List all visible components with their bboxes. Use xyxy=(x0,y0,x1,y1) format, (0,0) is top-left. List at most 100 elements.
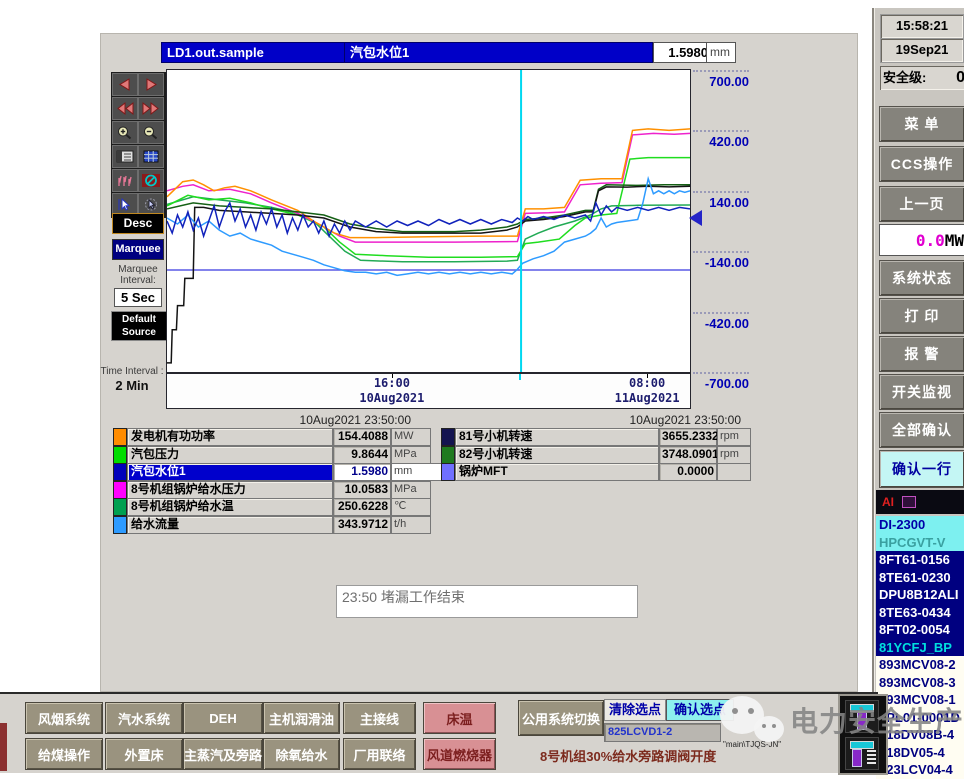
pen-style-button[interactable] xyxy=(112,169,138,192)
selected-pen-box[interactable]: 汽包水位1 xyxy=(344,42,653,63)
mini-list-icon[interactable] xyxy=(845,737,879,770)
clear-point-button[interactable]: 清除选点 xyxy=(604,699,666,721)
pen-name-cell[interactable]: 汽包水位1 xyxy=(127,463,333,481)
sidebar-button-系统状态[interactable]: 系统状态 xyxy=(879,260,964,296)
list-view-button[interactable] xyxy=(112,145,138,168)
table-view-button[interactable] xyxy=(138,145,164,168)
tag-list-item[interactable]: 818DV08B-4 xyxy=(876,726,964,744)
x-tick-date: 11Aug2021 xyxy=(614,391,680,405)
trend-source-box[interactable]: LD1.out.sample xyxy=(161,42,345,63)
bottom-button-风烟系统[interactable]: 风烟系统 xyxy=(25,702,103,734)
tag-list-item[interactable]: 818DV05-4 xyxy=(876,743,964,761)
list-view-icon xyxy=(116,150,134,163)
tag-list-item[interactable]: 823LCV04-4 xyxy=(876,761,964,779)
y-gridline xyxy=(693,311,749,314)
tag-list-item[interactable]: 8FT02-0054 xyxy=(876,621,964,639)
operator-annotation[interactable]: 23:50 堵漏工作结束 xyxy=(336,585,638,618)
tag-list-item[interactable]: 8FT61-0156 xyxy=(876,551,964,569)
page-back-icon xyxy=(117,101,134,116)
bottom-button-床温[interactable]: 床温 xyxy=(423,702,496,734)
window-path-text: "main\TJQS-JN" xyxy=(723,740,782,749)
sidebar-button-全部确认[interactable]: 全部确认 xyxy=(879,412,964,448)
pen-name-cell[interactable]: 81号小机转速 xyxy=(455,428,659,446)
y-axis-label: 700.00 xyxy=(709,74,749,89)
sidebar-button-菜 单[interactable]: 菜 单 xyxy=(879,106,964,142)
x-tick-date: 10Aug2021 xyxy=(359,391,425,405)
bottom-button-汽水系统[interactable]: 汽水系统 xyxy=(105,702,183,734)
desc-button[interactable]: Desc xyxy=(112,213,164,234)
x-tick-mark xyxy=(647,374,649,378)
y-gridline xyxy=(693,130,749,133)
trend-x-axis: 16:00 10Aug2021 08:00 11Aug2021 xyxy=(166,373,691,409)
zoom-in-button[interactable] xyxy=(112,121,138,144)
common-system-switch-button[interactable]: 公用系统切换 xyxy=(518,700,604,736)
confirm-line-button[interactable]: 确认一行 xyxy=(879,450,964,488)
tag-list-item[interactable]: 8PL01-0001D xyxy=(876,708,964,726)
tag-list-item[interactable]: 8TE61-0230 xyxy=(876,568,964,586)
selected-tag-field[interactable]: 825LCVD1-2 xyxy=(604,723,721,742)
step-back-icon xyxy=(119,78,130,91)
step-forward-button[interactable] xyxy=(138,73,164,96)
pen-name-cell[interactable]: 给水流量 xyxy=(127,515,333,534)
pen-name-cell[interactable]: 8号机组锅炉给水压力 xyxy=(127,480,333,499)
page-back-button[interactable] xyxy=(112,97,138,120)
sidebar-button-报 警[interactable]: 报 警 xyxy=(879,336,964,372)
y-gridline xyxy=(693,372,749,374)
sidebar-button-打 印[interactable]: 打 印 xyxy=(879,298,964,334)
bottom-button-厂用联络[interactable]: 厂用联络 xyxy=(343,738,416,770)
pen-value-marker-icon[interactable] xyxy=(689,210,702,227)
tag-list-item[interactable]: 893MCV08-3 xyxy=(876,673,964,691)
pen-value-cell: 0.0000 xyxy=(659,463,717,481)
pen-name-cell[interactable]: 锅炉MFT xyxy=(455,463,659,481)
bottom-button-外置床[interactable]: 外置床 xyxy=(105,738,183,770)
pen-disable-button[interactable] xyxy=(138,169,164,192)
tag-list-item[interactable]: DPU8B12ALI xyxy=(876,586,964,604)
tag-list-item[interactable]: 893MCV08-1 xyxy=(876,691,964,709)
toolbar-icon-grid xyxy=(111,72,167,218)
tag-list-item[interactable]: DI-2300 xyxy=(876,516,964,534)
trend-plot-area[interactable] xyxy=(166,69,691,373)
pen-unit-cell xyxy=(717,463,751,481)
pen-name-cell[interactable]: 发电机有功功率 xyxy=(127,428,333,446)
status-text: 8号机组30%给水旁路调阀开度 xyxy=(540,749,717,764)
pen-color-swatch xyxy=(113,515,127,534)
bottom-button-风道燃烧器[interactable]: 风道燃烧器 xyxy=(423,738,496,770)
mini-trend-icon[interactable] xyxy=(845,700,879,733)
default-source-button[interactable]: Default Source xyxy=(111,311,167,341)
pen-value-cell: 3655.2332 xyxy=(659,428,719,446)
bottom-button-除氧给水[interactable]: 除氧给水 xyxy=(263,738,340,770)
bottom-button-主机润滑油[interactable]: 主机润滑油 xyxy=(263,702,340,734)
tag-list-item[interactable]: HPCGVT-V xyxy=(876,533,964,551)
y-axis-label: -140.00 xyxy=(704,255,749,271)
step-back-button[interactable] xyxy=(112,73,138,96)
bottom-button-主蒸汽及旁路[interactable]: 主蒸汽及旁路 xyxy=(183,738,263,770)
tag-list-item[interactable]: 893MCV08-2 xyxy=(876,656,964,674)
page-forward-button[interactable] xyxy=(138,97,164,120)
pen-name-cell[interactable]: 8号机组锅炉给水温 xyxy=(127,498,333,516)
bottom-nav-bar: 公用系统切换 清除选点 确认选点 825LCVD1-2 8号机组30%给水旁路调… xyxy=(0,692,878,773)
zoom-out-button[interactable] xyxy=(138,121,164,144)
time-interval-label: Time Interval : xyxy=(100,366,164,377)
marquee-button[interactable]: Marquee xyxy=(112,239,164,260)
time-interval-value: 2 Min xyxy=(115,378,149,393)
zoom-in-icon xyxy=(118,126,132,140)
tag-list-item[interactable]: 8TE63-0434 xyxy=(876,603,964,621)
pen-name-cell[interactable]: 82号小机转速 xyxy=(455,445,659,464)
pen-name-cell[interactable]: 汽包压力 xyxy=(127,445,333,464)
bottom-button-DEH[interactable]: DEH xyxy=(183,702,263,734)
pen-value-cell: 250.6228 xyxy=(333,498,391,516)
page-forward-icon xyxy=(142,101,159,116)
confirm-point-button[interactable]: 确认选点 xyxy=(666,699,734,721)
sidebar-button-开关监视[interactable]: 开关监视 xyxy=(879,374,964,410)
bottom-button-给煤操作[interactable]: 给煤操作 xyxy=(25,738,103,770)
cursor-icon xyxy=(118,197,131,211)
bottom-button-主接线[interactable]: 主接线 xyxy=(343,702,416,734)
series-line-8号机组锅炉给水温 xyxy=(166,196,691,263)
marquee-interval-value[interactable]: 5 Sec xyxy=(114,288,162,307)
tag-list-item[interactable]: 81YCFJ_BP xyxy=(876,638,964,656)
sidebar-button-上一页[interactable]: 上一页 xyxy=(879,186,964,222)
legend-left-timestamp: 10Aug2021 23:50:00 xyxy=(299,413,411,427)
sidebar-button-CCS操作[interactable]: CCS操作 xyxy=(879,146,964,182)
pen-value-cell: 1.5980 xyxy=(333,463,391,481)
pen-unit-cell: rpm xyxy=(717,445,751,464)
